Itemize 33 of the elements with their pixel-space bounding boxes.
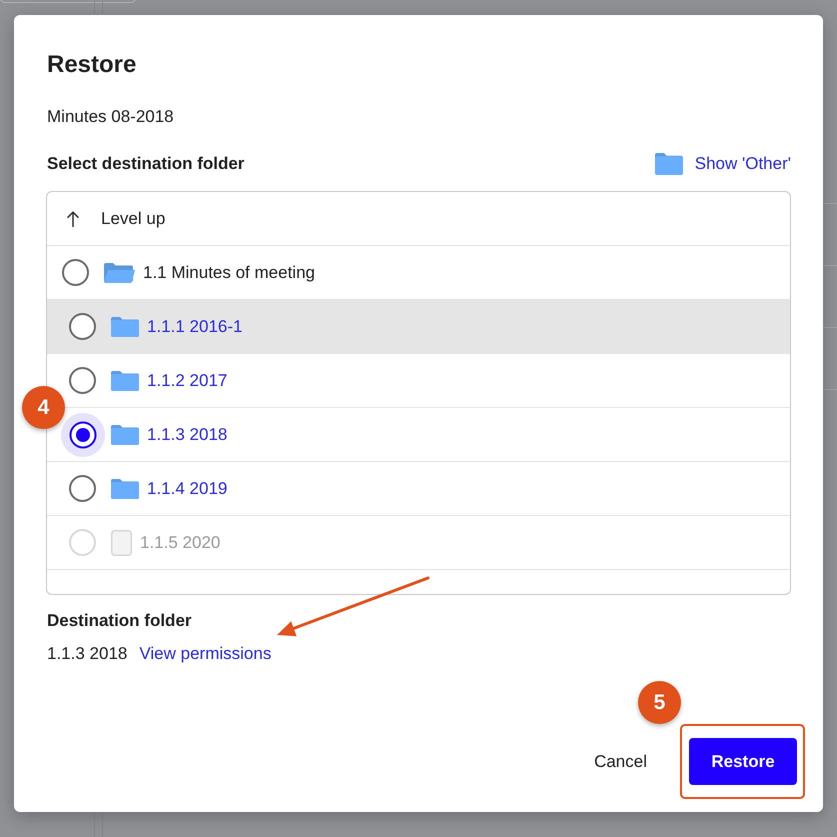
blank-page-icon [111,530,132,556]
arrow-up-icon [67,210,79,226]
folder-icon [111,316,139,336]
open-folder-icon [104,262,135,282]
step-badge: 4 [22,386,65,429]
folder-row[interactable]: 1.1.4 2019 [47,462,790,516]
radio-button[interactable] [62,259,89,286]
restore-button[interactable]: Restore [689,738,797,785]
radio-button[interactable] [69,475,96,502]
folder-name: 1.1.2 2017 [147,370,228,392]
radio-button[interactable] [60,412,104,456]
destination-folder-value: 1.1.3 2018 [47,643,128,665]
cancel-button[interactable]: Cancel [582,738,659,785]
folder-row[interactable]: 1.1.1 2016-1 [47,300,790,354]
folder-icon [111,370,139,390]
destination-label: Destination folder [47,610,192,632]
folder-name: 1.1.1 2016-1 [147,316,242,338]
folder-icon [111,478,139,498]
section-label: Select destination folder [47,153,244,175]
show-other-link[interactable]: Show 'Other' [654,152,791,176]
radio-button[interactable] [69,313,96,340]
radio-button[interactable] [69,367,96,394]
dialog-title: Restore [47,50,136,80]
folder-icon [111,424,139,444]
folder-name: 1.1.3 2018 [147,424,228,446]
level-up-button[interactable]: Level up [47,192,790,246]
view-permissions-link[interactable]: View permissions [139,642,272,666]
folder-name: 1.1.4 2019 [147,478,228,500]
folder-name: 1.1.5 2020 [140,532,220,554]
step-badge: 5 [638,681,681,724]
folder-icon [654,153,683,175]
folder-name: 1.1 Minutes of meeting [143,262,315,284]
item-name: Minutes 08-2018 [47,106,174,128]
